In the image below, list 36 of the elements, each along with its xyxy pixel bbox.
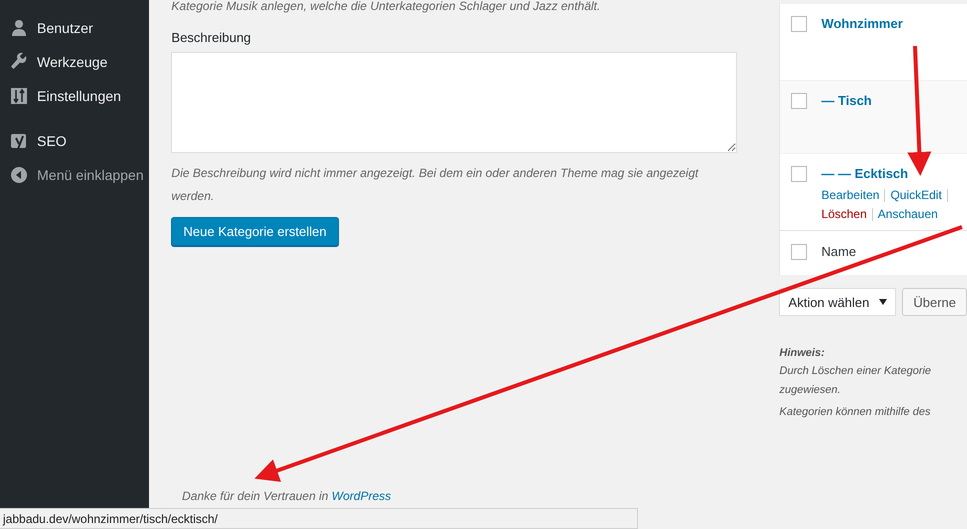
user-icon bbox=[9, 18, 29, 38]
caret-icon bbox=[879, 299, 888, 305]
collapse-menu-button[interactable]: Menü einklappen bbox=[0, 158, 150, 192]
y-logo-icon bbox=[9, 131, 29, 151]
action-link[interactable]: QuickEdit bbox=[890, 186, 942, 205]
checkbox[interactable] bbox=[791, 93, 808, 109]
checkbox[interactable] bbox=[791, 244, 808, 260]
description-field[interactable] bbox=[171, 52, 738, 153]
sidebar-item[interactable]: Einstellungen bbox=[0, 79, 150, 113]
sidebar-item[interactable]: Benutzer bbox=[0, 11, 150, 45]
note-heading: Hinweis: bbox=[779, 346, 826, 361]
wrench-icon bbox=[9, 52, 29, 72]
column-header[interactable]: Name bbox=[821, 243, 856, 275]
bulk-action-dropdown[interactable]: Aktion wählen bbox=[779, 288, 896, 316]
category-link[interactable]: Wohnzimmer bbox=[821, 15, 903, 33]
note-text: Durch Löschen einer Kategorie zugewiesen. bbox=[779, 364, 932, 398]
field-label: Beschreibung bbox=[171, 29, 252, 47]
sidebar-item[interactable]: Werkzeuge bbox=[0, 45, 150, 79]
note-text: Kategorien können mithilfe des bbox=[779, 405, 932, 420]
wordpress-link[interactable]: WordPress bbox=[332, 489, 391, 503]
collapse-icon bbox=[9, 165, 29, 185]
category-link[interactable]: — — Ecktisch bbox=[821, 165, 953, 183]
apply-button[interactable]: Überne bbox=[902, 288, 967, 316]
category-link[interactable]: — Tisch bbox=[821, 92, 872, 110]
footer-text: Danke für dein Vertrauen in WordPress bbox=[182, 489, 391, 503]
sidebar-item[interactable]: SEO bbox=[0, 124, 150, 158]
help-text: Die Beschreibung wird nicht immer angezeigt. Bei dem ein oder anderen Theme mag sie angezeigt werden. bbox=[171, 165, 700, 205]
checkbox[interactable] bbox=[791, 166, 808, 182]
delete-link[interactable]: Löschen bbox=[821, 205, 867, 224]
link-url: jabbadu.dev/wohnzimmer/tisch/ecktisch/ bbox=[3, 512, 218, 526]
help-text: Kategorie Musik anlegen, welche die Unterkategorien Schlager und Jazz enthält. bbox=[171, 0, 602, 15]
create-category-button[interactable]: Neue Kategorie erstellen bbox=[171, 217, 338, 246]
checkbox[interactable] bbox=[791, 16, 808, 32]
action-link[interactable]: Anschauen bbox=[878, 205, 938, 224]
action-link[interactable]: Bearbeiten bbox=[821, 186, 880, 205]
sliders-icon bbox=[9, 86, 29, 106]
